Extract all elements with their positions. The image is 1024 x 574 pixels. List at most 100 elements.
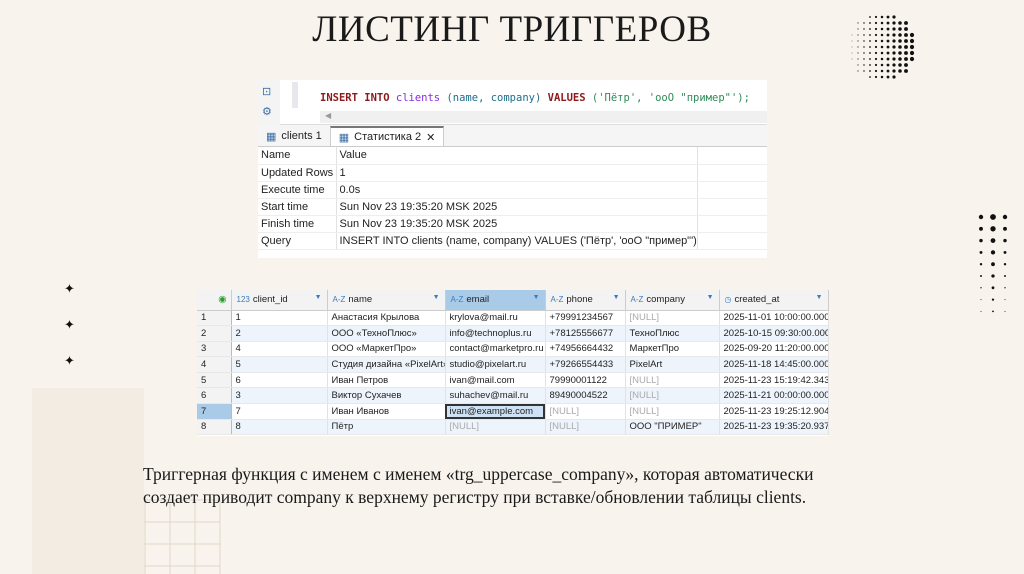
chevron-down-icon[interactable]: ▼ <box>613 294 620 301</box>
table-cell[interactable]: [NULL] <box>625 387 720 405</box>
result-tabs: ▦ clients 1 ▦ Статистика 2 ✕ <box>258 125 767 147</box>
row-header-corner[interactable]: ◉ <box>197 290 232 311</box>
tab-statistics[interactable]: ▦ Статистика 2 ✕ <box>329 126 445 146</box>
table-cell[interactable]: ТехноПлюс <box>625 325 720 342</box>
table-cell[interactable]: [NULL] <box>625 310 720 327</box>
table-cell[interactable]: 2025-11-18 14:45:00.000 <box>719 356 829 373</box>
tab-clients[interactable]: ▦ clients 1 <box>258 126 330 146</box>
dot <box>992 310 994 313</box>
table-cell[interactable]: contact@marketpro.ru <box>445 341 546 358</box>
terminal-icon[interactable]: ⊡ <box>262 85 271 98</box>
dot <box>1003 263 1007 266</box>
dot <box>857 70 859 72</box>
table-cell[interactable]: ООО "ПРИМЕР" <box>625 419 720 436</box>
table-cell[interactable]: 2025-11-23 15:19:42.343 <box>719 372 829 389</box>
horizontal-scrollbar[interactable]: ◀ <box>320 111 767 123</box>
column-header-name[interactable]: A-Z name ▼ <box>327 290 446 311</box>
table-row[interactable]: 2 2 ООО «ТехноПлюс» info@technoplus.ru +7812… <box>197 325 829 342</box>
row-number[interactable]: 4 <box>197 356 232 373</box>
table-cell[interactable]: [NULL] <box>545 403 626 420</box>
table-cell[interactable]: 5 <box>231 356 328 373</box>
table-row[interactable]: 8 8 Пётр [NULL] [NULL] ООО "ПРИМЕР" 2025-11-23… <box>197 419 829 436</box>
table-cell[interactable]: ООО «ТехноПлюс» <box>327 325 446 342</box>
table-cell[interactable]: 2025-09-20 11:20:00.000 <box>719 341 829 358</box>
table-cell[interactable]: [NULL] <box>445 419 546 436</box>
chevron-down-icon[interactable]: ▼ <box>533 294 540 301</box>
dot <box>886 75 890 79</box>
row-number[interactable]: 2 <box>197 325 232 342</box>
close-icon[interactable]: ✕ <box>426 131 435 144</box>
table-cell[interactable]: 89490004522 <box>545 387 626 405</box>
table-cell[interactable]: 2 <box>231 325 328 342</box>
table-cell[interactable]: 6 <box>231 372 328 389</box>
dot <box>874 69 878 73</box>
table-cell[interactable]: [NULL] <box>625 403 720 420</box>
sql-editor[interactable]: ⊡ ⚙ INSERT INTO clients (name, company) … <box>258 80 767 125</box>
dot <box>874 63 878 67</box>
table-cell[interactable]: 7 <box>231 403 328 420</box>
table-cell[interactable]: 2025-11-23 19:25:12.904 <box>719 403 829 420</box>
dot <box>980 275 982 277</box>
chevron-down-icon[interactable]: ▼ <box>315 294 322 301</box>
table-cell[interactable]: 2025-10-15 09:30:00.000 <box>719 325 829 342</box>
chevron-down-icon[interactable]: ▼ <box>707 294 714 301</box>
table-row[interactable]: 4 5 Студия дизайна «PixelArt» studio@pixela… <box>197 356 829 373</box>
row-number[interactable]: 6 <box>197 387 232 405</box>
row-number[interactable]: 5 <box>197 372 232 389</box>
table-cell[interactable]: Виктор Сухачев <box>327 387 446 405</box>
dot <box>1004 299 1006 301</box>
table-cell[interactable]: Иван Иванов <box>327 403 446 420</box>
table-cell[interactable]: 4 <box>231 341 328 358</box>
column-header-client-id[interactable]: 123 client_id ▼ <box>231 290 328 311</box>
row-number[interactable]: 8 <box>197 419 232 436</box>
table-cell[interactable]: [NULL] <box>625 372 720 389</box>
chevron-down-icon[interactable]: ▼ <box>433 294 440 301</box>
table-cell[interactable]: +79266554433 <box>545 356 626 373</box>
row-number[interactable]: 1 <box>197 310 232 327</box>
table-row[interactable]: 7 7 Иван Иванов ivan@example.com [NULL] [NULL… <box>197 403 829 420</box>
table-cell[interactable]: Анастасия Крылова <box>327 310 446 327</box>
column-header-email[interactable]: A-Z email ▼ <box>445 290 546 311</box>
table-cell[interactable]: Студия дизайна «PixelArt» <box>327 356 446 373</box>
table-cell[interactable]: info@technoplus.ru <box>445 325 546 342</box>
dot <box>991 274 995 278</box>
table-cell[interactable]: 1 <box>231 310 328 327</box>
table-cell[interactable]: 2025-11-21 00:00:00.000 <box>719 387 829 405</box>
table-row[interactable]: 5 6 Иван Петров ivan@mail.com 79990001122 [NU… <box>197 372 829 389</box>
row-number[interactable]: 7 <box>197 403 232 420</box>
row-number[interactable]: 3 <box>197 341 232 358</box>
table-row[interactable]: 3 4 ООО «МаркетПро» contact@marketpro.ru +74… <box>197 341 829 358</box>
table-cell[interactable]: Иван Петров <box>327 372 446 389</box>
table-row[interactable]: 1 1 Анастасия Крылова krylova@mail.ru +79991… <box>197 310 829 327</box>
table-cell[interactable]: [NULL] <box>545 419 626 436</box>
table-row: Query INSERT INTO clients (name, company)… <box>258 232 767 250</box>
column-header-phone[interactable]: A-Z phone ▼ <box>545 290 626 311</box>
dot <box>904 69 908 73</box>
column-header-created-at[interactable]: ◷ created_at ▼ <box>719 290 829 311</box>
table-cell[interactable]: krylova@mail.ru <box>445 310 546 327</box>
table-cell[interactable]: Пётр <box>327 419 446 436</box>
table-cell[interactable]: studio@pixelart.ru <box>445 356 546 373</box>
table-cell[interactable]: ivan@mail.com <box>445 372 546 389</box>
table-cell[interactable]: 3 <box>231 387 328 405</box>
table-row[interactable]: 6 3 Виктор Сухачев suhachev@mail.ru 89490004… <box>197 387 829 405</box>
table-cell[interactable]: +74956664432 <box>545 341 626 358</box>
chevron-down-icon[interactable]: ▼ <box>816 294 823 301</box>
table-cell[interactable]: 79990001122 <box>545 372 626 389</box>
dot <box>979 250 983 254</box>
dot <box>857 64 859 66</box>
table-cell[interactable]: МаркетПро <box>625 341 720 358</box>
dot <box>979 226 983 231</box>
table-cell[interactable]: 2025-11-23 19:35:20.937 <box>719 419 829 436</box>
table-cell[interactable]: 8 <box>231 419 328 436</box>
table-cell[interactable]: 2025-11-01 10:00:00.000 <box>719 310 829 327</box>
table-cell[interactable]: suhachev@mail.ru <box>445 387 546 405</box>
column-header-company[interactable]: A-Z company ▼ <box>625 290 720 311</box>
table-cell[interactable]: ООО «МаркетПро» <box>327 341 446 358</box>
table-cell[interactable]: +79991234567 <box>545 310 626 327</box>
dot <box>869 58 871 60</box>
table-cell[interactable]: ivan@example.com <box>445 403 546 420</box>
gear-icon[interactable]: ⚙ <box>262 105 272 118</box>
table-cell[interactable]: +78125556677 <box>545 325 626 342</box>
table-cell[interactable]: PixelArt <box>625 356 720 373</box>
